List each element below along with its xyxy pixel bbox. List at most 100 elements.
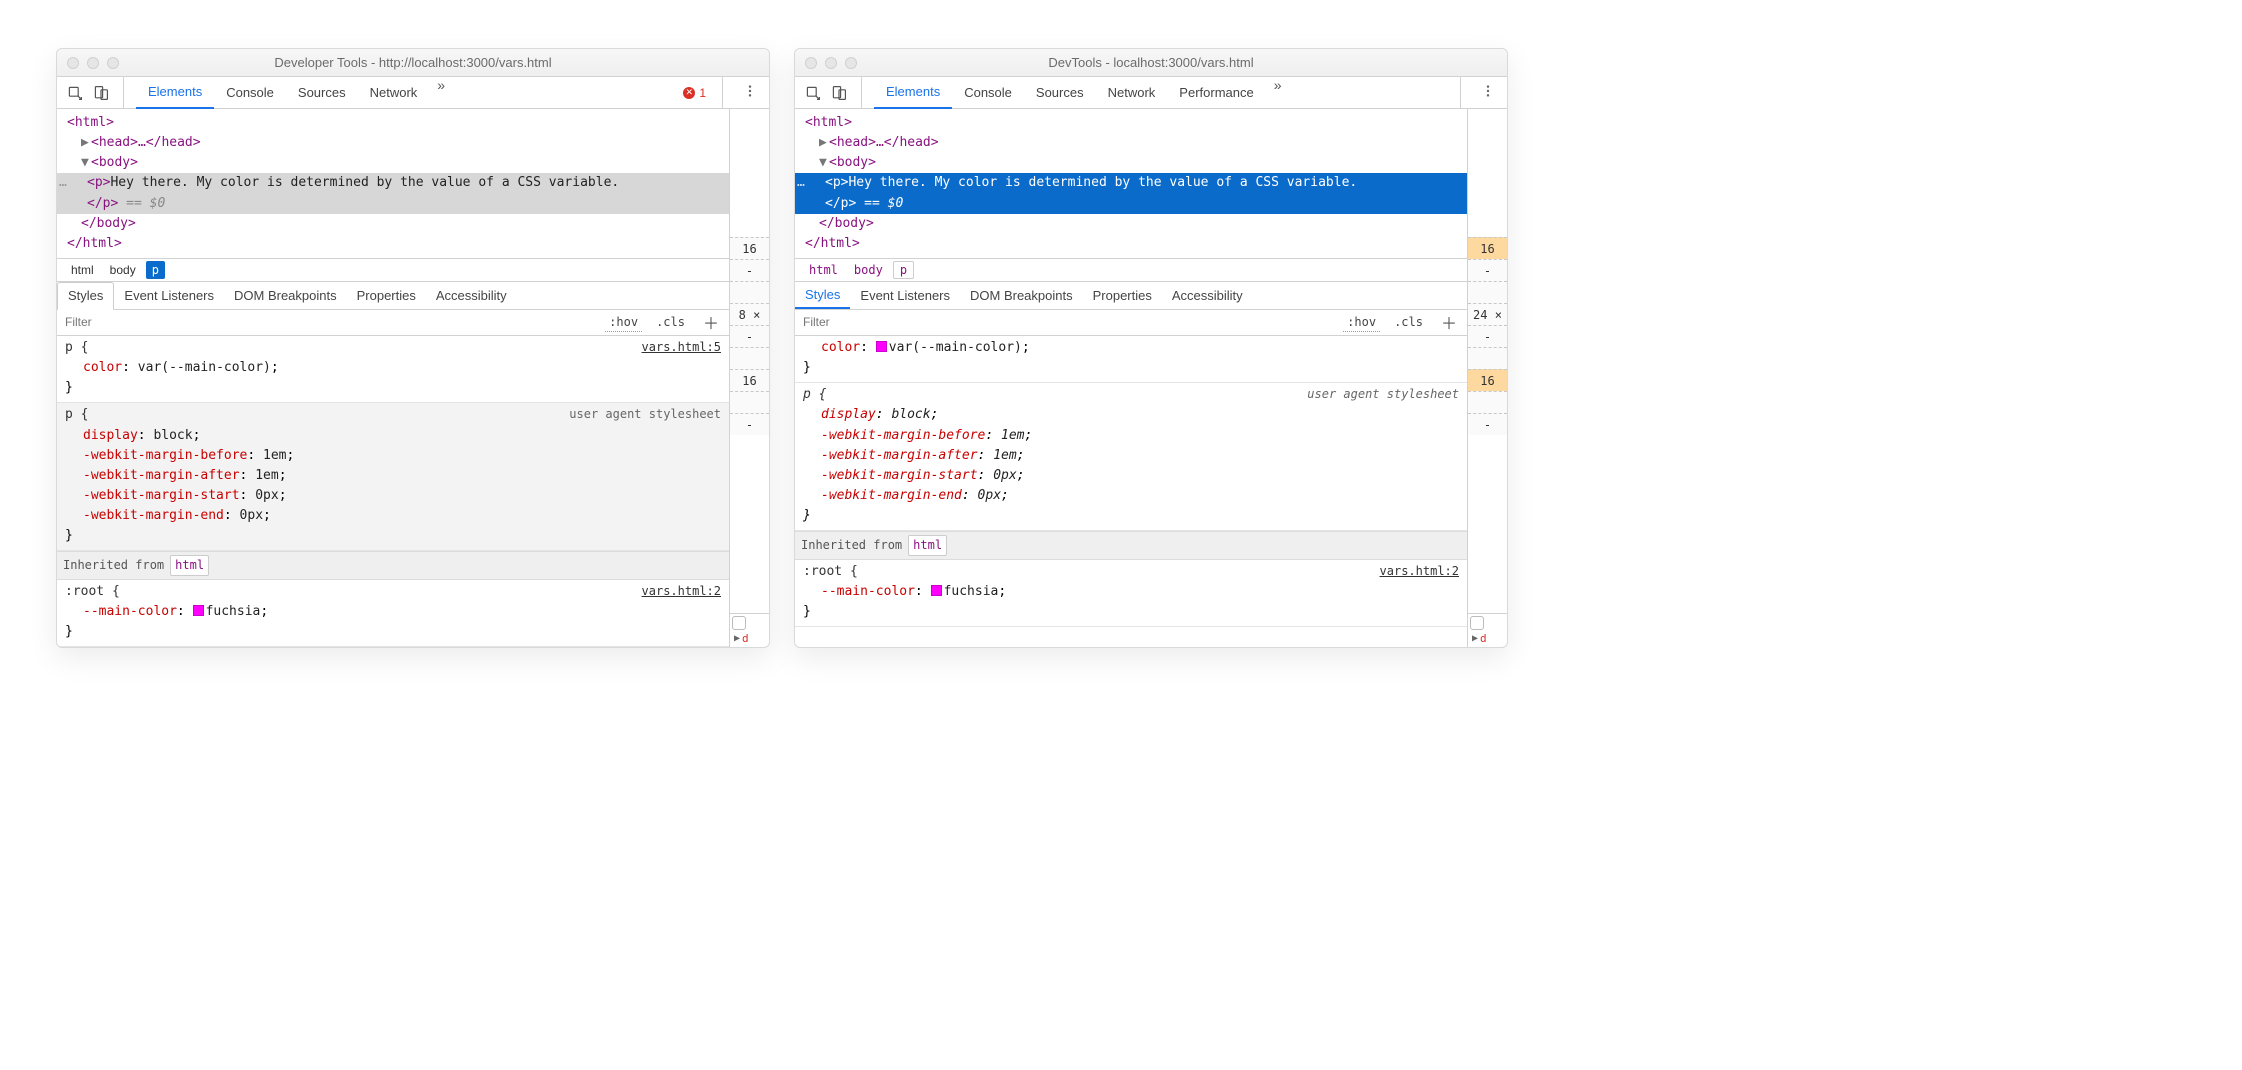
css-property-value[interactable]: block: [891, 407, 930, 422]
panel-tab-styles[interactable]: Styles: [57, 282, 114, 310]
css-declaration[interactable]: color: var(--main-color);: [65, 358, 721, 378]
css-declaration[interactable]: display: block;: [65, 426, 721, 446]
color-swatch-icon[interactable]: [193, 605, 204, 616]
style-rule[interactable]: user agent stylesheetp { display: block;…: [795, 383, 1467, 531]
dom-node-html[interactable]: <html>: [805, 113, 1467, 133]
dom-node-body-close[interactable]: </body>: [805, 214, 1467, 234]
checkbox-icon[interactable]: [1470, 616, 1484, 630]
menu-icon[interactable]: [739, 84, 761, 101]
expand-arrow-icon[interactable]: ▶: [732, 633, 740, 644]
inherited-tag[interactable]: html: [908, 535, 947, 556]
css-property-name[interactable]: display: [821, 407, 876, 422]
inherited-tag[interactable]: html: [170, 555, 209, 576]
css-property-name[interactable]: --main-color: [83, 604, 177, 619]
rule-source[interactable]: vars.html:5: [642, 338, 721, 357]
style-rule[interactable]: vars.html:5p { color: var(--main-color);…: [57, 336, 729, 403]
css-declaration[interactable]: -webkit-margin-after: 1em;: [65, 466, 721, 486]
css-property-name[interactable]: color: [83, 360, 122, 375]
hov-chip[interactable]: :hov: [1343, 313, 1380, 332]
breadcrumb-body[interactable]: body: [104, 261, 142, 279]
new-style-rule-icon[interactable]: ＋: [699, 310, 723, 334]
css-property-value[interactable]: 0px: [993, 468, 1016, 483]
minimize-dot[interactable]: [87, 57, 99, 69]
css-property-name[interactable]: -webkit-margin-before: [83, 448, 247, 463]
color-swatch-icon[interactable]: [876, 341, 887, 352]
css-property-value[interactable]: 1em: [255, 468, 278, 483]
css-declaration[interactable]: -webkit-margin-end: 0px;: [65, 506, 721, 526]
panel-tab-accessibility[interactable]: Accessibility: [1162, 282, 1253, 309]
dom-node-body[interactable]: ▼<body>: [805, 153, 1467, 173]
panel-tab-dom breakpoints[interactable]: DOM Breakpoints: [224, 282, 347, 309]
css-property-name[interactable]: -webkit-margin-start: [821, 468, 978, 483]
css-property-name[interactable]: -webkit-margin-end: [821, 488, 962, 503]
css-property-value[interactable]: fuchsia: [206, 604, 261, 619]
panel-tab-styles[interactable]: Styles: [795, 282, 850, 309]
style-rule-root[interactable]: vars.html:2 :root { --main-color: fuchsi…: [57, 580, 729, 647]
breadcrumb-body[interactable]: body: [848, 261, 889, 279]
panel-tab-accessibility[interactable]: Accessibility: [426, 282, 517, 309]
dom-node-body-close[interactable]: </body>: [67, 214, 729, 234]
css-property-value[interactable]: 0px: [240, 508, 263, 523]
style-rule[interactable]: color: var(--main-color);}: [795, 336, 1467, 383]
css-property-name[interactable]: --main-color: [821, 584, 915, 599]
dom-node-head[interactable]: ▶<head>…</head>: [67, 133, 729, 153]
css-declaration[interactable]: display: block;: [803, 405, 1459, 425]
styles-filter-input[interactable]: [63, 314, 595, 330]
dom-node-html-close[interactable]: </html>: [67, 234, 729, 254]
dom-node-body[interactable]: ▼<body>: [67, 153, 729, 173]
css-declaration[interactable]: -webkit-margin-start: 0px;: [803, 466, 1459, 486]
css-declaration[interactable]: --main-color: fuchsia;: [65, 602, 721, 622]
dom-node-head[interactable]: ▶<head>…</head>: [805, 133, 1467, 153]
css-property-value[interactable]: var(--main-color): [138, 360, 271, 375]
rule-source[interactable]: vars.html:2: [1380, 562, 1459, 581]
css-declaration[interactable]: -webkit-margin-after: 1em;: [803, 446, 1459, 466]
tab-sources[interactable]: Sources: [1024, 77, 1096, 109]
dom-tree[interactable]: <html> ▶<head>…</head> ▼<body> … <p>Hey …: [795, 109, 1467, 258]
css-property-name[interactable]: -webkit-margin-before: [821, 428, 985, 443]
inspect-icon[interactable]: [65, 83, 85, 103]
css-property-value[interactable]: fuchsia: [944, 584, 999, 599]
css-property-value[interactable]: block: [153, 428, 192, 443]
styles-pane[interactable]: vars.html:5p { color: var(--main-color);…: [57, 336, 729, 647]
checkbox-icon[interactable]: [732, 616, 746, 630]
panel-tab-event listeners[interactable]: Event Listeners: [850, 282, 960, 309]
breadcrumb-p[interactable]: p: [146, 261, 165, 279]
tab-network[interactable]: Network: [358, 77, 430, 109]
breadcrumb-p[interactable]: p: [893, 261, 914, 279]
style-rule[interactable]: user agent stylesheetp { display: block;…: [57, 403, 729, 551]
css-declaration[interactable]: -webkit-margin-start: 0px;: [65, 486, 721, 506]
more-tabs-icon[interactable]: »: [1266, 77, 1290, 109]
inspect-icon[interactable]: [803, 83, 823, 103]
zoom-dot[interactable]: [107, 57, 119, 69]
tab-console[interactable]: Console: [214, 77, 286, 109]
panel-tab-event listeners[interactable]: Event Listeners: [114, 282, 224, 309]
tab-performance[interactable]: Performance: [1167, 77, 1265, 109]
panel-tab-properties[interactable]: Properties: [347, 282, 426, 309]
tab-elements[interactable]: Elements: [136, 77, 214, 109]
panel-tab-dom breakpoints[interactable]: DOM Breakpoints: [960, 282, 1083, 309]
new-style-rule-icon[interactable]: ＋: [1437, 310, 1461, 334]
dom-node-html-close[interactable]: </html>: [805, 234, 1467, 254]
color-swatch-icon[interactable]: [931, 585, 942, 596]
style-rule-root[interactable]: vars.html:2 :root { --main-color: fuchsi…: [795, 560, 1467, 627]
breadcrumb-html[interactable]: html: [65, 261, 100, 279]
tab-elements[interactable]: Elements: [874, 77, 952, 109]
styles-pane[interactable]: color: var(--main-color);}user agent sty…: [795, 336, 1467, 647]
cls-chip[interactable]: .cls: [652, 313, 689, 331]
rule-source[interactable]: vars.html:2: [642, 582, 721, 601]
rule-selector[interactable]: :root {: [803, 562, 1459, 582]
rule-selector[interactable]: :root {: [65, 582, 721, 602]
css-property-value[interactable]: 1em: [263, 448, 286, 463]
breadcrumb-html[interactable]: html: [803, 261, 844, 279]
css-declaration[interactable]: --main-color: fuchsia;: [803, 582, 1459, 602]
css-property-name[interactable]: -webkit-margin-start: [83, 488, 240, 503]
dom-tree[interactable]: <html> ▶<head>…</head> ▼<body> … <p>Hey …: [57, 109, 729, 258]
cls-chip[interactable]: .cls: [1390, 313, 1427, 331]
css-property-name[interactable]: -webkit-margin-after: [821, 448, 978, 463]
tab-network[interactable]: Network: [1096, 77, 1168, 109]
css-declaration[interactable]: color: var(--main-color);: [803, 338, 1459, 358]
expand-arrow-icon[interactable]: ▶: [1470, 633, 1478, 644]
minimize-dot[interactable]: [825, 57, 837, 69]
css-property-name[interactable]: color: [821, 340, 860, 355]
device-toggle-icon[interactable]: [91, 83, 111, 103]
